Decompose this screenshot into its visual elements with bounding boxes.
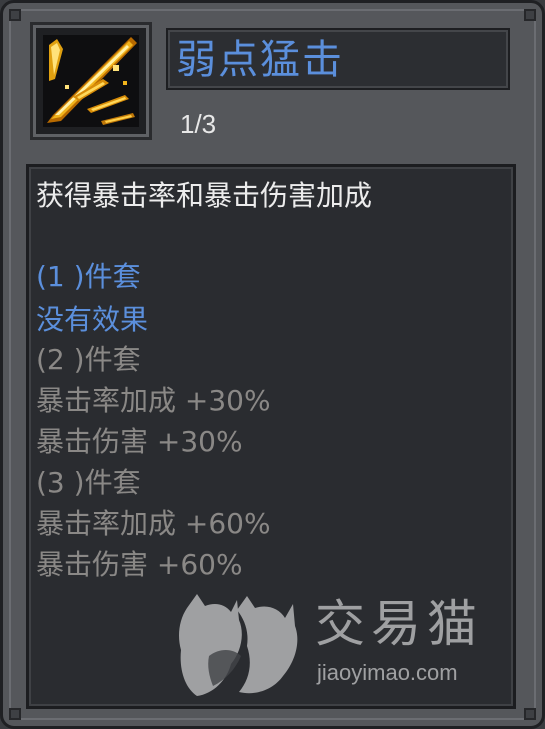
corner-rivet bbox=[9, 708, 21, 720]
corner-rivet bbox=[9, 9, 21, 21]
golden-slash-icon bbox=[43, 35, 139, 127]
tier-3-effect: 暴击率加成 +60% bbox=[36, 507, 271, 540]
skill-icon-frame bbox=[30, 22, 152, 140]
tier-1-effect: 没有效果 bbox=[36, 303, 149, 336]
tier-2-header: (2 )件套 bbox=[36, 343, 141, 376]
watermark-brand-url: jiaoyimao.com bbox=[317, 660, 458, 685]
watermark-brand-cn: 交易猫 bbox=[315, 595, 483, 653]
corner-rivet bbox=[524, 708, 536, 720]
cat-logo-icon bbox=[179, 594, 298, 696]
tier-1-header: (1 )件套 bbox=[36, 260, 141, 293]
skill-summary: 获得暴击率和暴击伤害加成 bbox=[36, 179, 373, 212]
corner-rivet bbox=[524, 9, 536, 21]
tier-2-effect: 暴击率加成 +30% bbox=[36, 384, 271, 417]
skill-level: 1/3 bbox=[180, 109, 217, 139]
tier-2-effect: 暴击伤害 +30% bbox=[36, 425, 243, 458]
watermark: 交易猫 jiaoyimao.com bbox=[175, 590, 495, 700]
tier-3-header: (3 )件套 bbox=[36, 466, 141, 499]
tier-3-effect: 暴击伤害 +60% bbox=[36, 548, 243, 581]
skill-name: 弱点猛击 bbox=[176, 37, 344, 83]
